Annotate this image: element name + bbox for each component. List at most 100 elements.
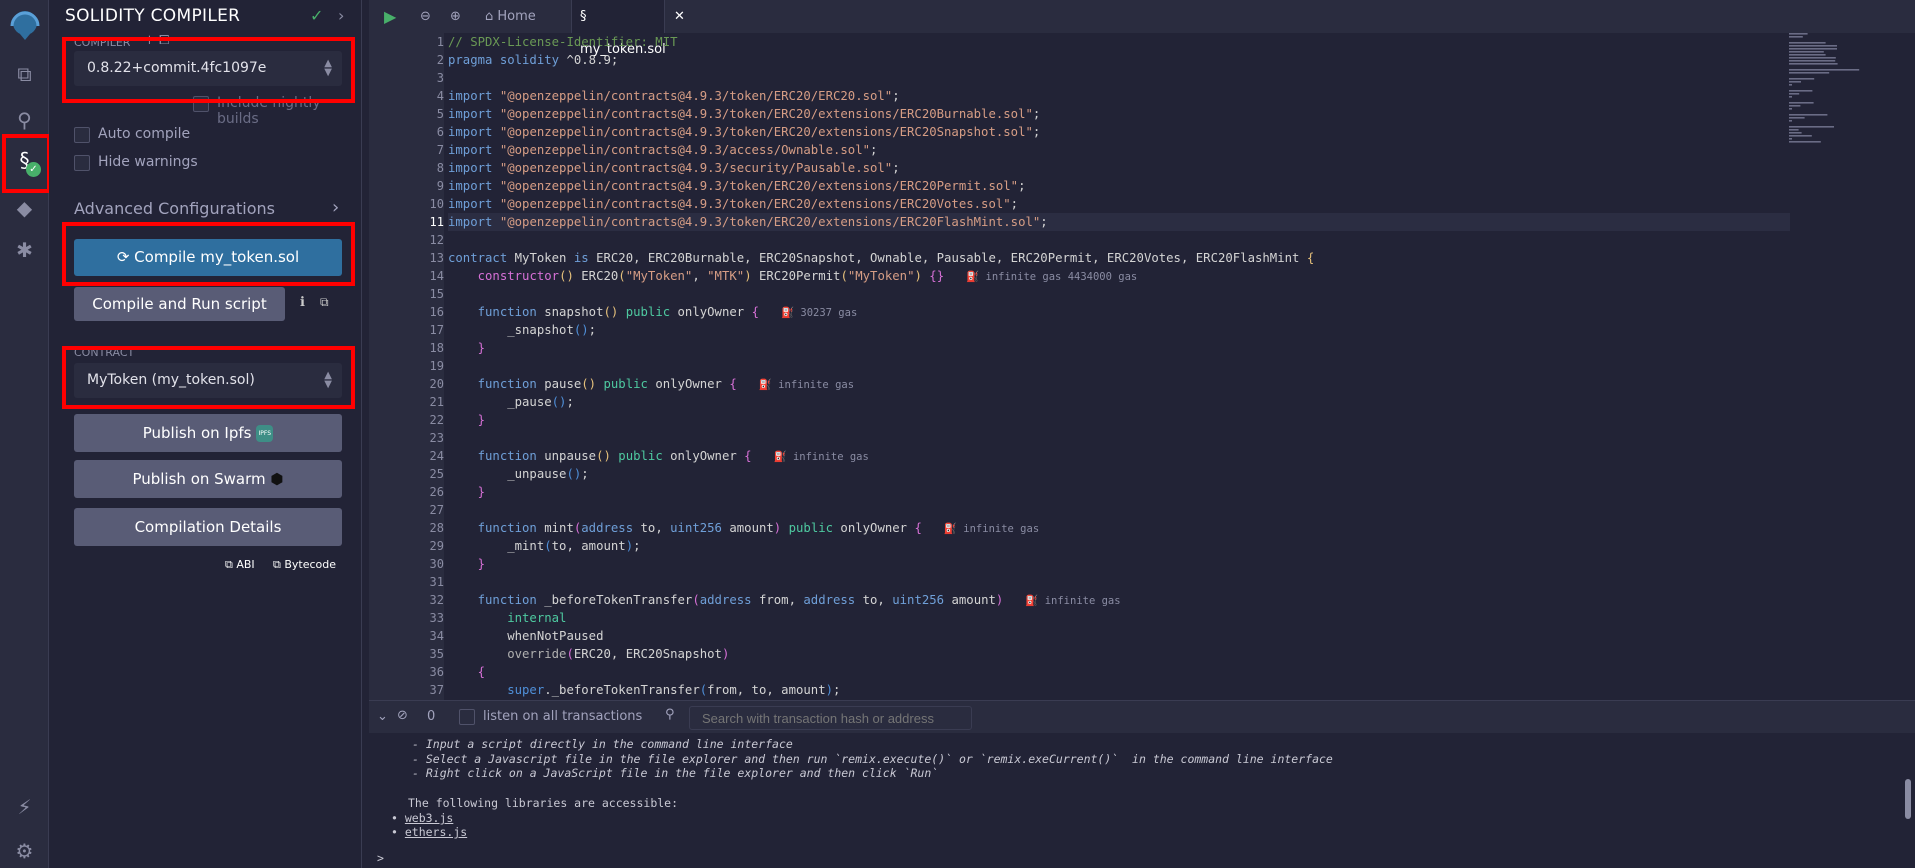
tab-home[interactable]: ⌂ Home xyxy=(485,0,536,33)
code-token: ; xyxy=(833,683,841,697)
gas-estimate: ⛽ infinite gas xyxy=(944,523,1039,535)
publish-ipfs-label: Publish on Ipfs xyxy=(142,424,252,442)
minimap[interactable] xyxy=(1785,33,1905,163)
code-line: _mint(to, amount); xyxy=(448,537,1790,555)
code-line: function unpause() public onlyOwner {⛽ i… xyxy=(448,447,1790,465)
info-icon[interactable]: ℹ xyxy=(300,295,305,310)
settings-icon[interactable]: ⚙ xyxy=(0,839,49,863)
code-token: "@openzeppelin/contracts@4.9.3/token/ERC… xyxy=(499,107,1033,121)
zoom-out-icon[interactable]: ⊖ xyxy=(420,0,431,33)
code-token: public xyxy=(618,449,663,463)
code-token: onlyOwner xyxy=(647,377,730,391)
code-token: import xyxy=(448,143,500,157)
search-icon[interactable]: ⚲ xyxy=(0,108,49,132)
terminal-scrollbar[interactable] xyxy=(1905,779,1911,819)
run-icon[interactable]: ▶ xyxy=(384,0,396,33)
code-token: _beforeTokenTransfer xyxy=(544,593,693,607)
code-token: () xyxy=(566,467,582,481)
code-line: override(ERC20, ERC20Snapshot) xyxy=(448,645,1790,663)
code-token: contract xyxy=(448,251,515,265)
code-token: ; xyxy=(581,467,589,481)
transaction-search-input[interactable] xyxy=(689,706,972,730)
code-token: "@openzeppelin/contracts@4.9.3/token/ERC… xyxy=(499,179,1019,193)
code-line: _unpause(); xyxy=(448,465,1790,483)
hide-warnings-checkbox[interactable] xyxy=(74,155,90,171)
copy-icon[interactable]: ⧉ xyxy=(320,295,329,310)
chevron-right-icon[interactable]: › xyxy=(332,197,339,218)
code-token: "@openzeppelin/contracts@4.9.3/token/ERC… xyxy=(499,89,893,103)
code-line: // SPDX-License-Identifier: MIT xyxy=(448,33,1790,51)
plugin-manager-icon[interactable]: ⚡ xyxy=(0,795,49,819)
close-tab-icon[interactable]: ✕ xyxy=(674,0,685,33)
code-token: "@openzeppelin/contracts@4.9.3/access/Ow… xyxy=(499,143,870,157)
minimap-line xyxy=(1789,117,1805,119)
code-token: ; xyxy=(588,323,597,337)
code-line: internal xyxy=(448,609,1790,627)
gas-estimate-text: infinite gas xyxy=(963,523,1040,535)
advanced-config-toggle[interactable]: Advanced Configurations xyxy=(74,199,275,218)
code-token: import xyxy=(448,179,500,193)
code-line: import "@openzeppelin/contracts@4.9.3/to… xyxy=(448,177,1790,195)
code-token: function xyxy=(448,377,545,391)
code-area[interactable]: // SPDX-License-Identifier: MIT pragma so… xyxy=(369,33,1915,700)
bytecode-copy-button[interactable]: ⧉ Bytecode xyxy=(273,558,336,572)
code-token: ( xyxy=(692,593,700,607)
code-token: "MTK" xyxy=(707,269,745,283)
compile-run-button[interactable]: Compile and Run script xyxy=(74,287,285,321)
gas-pump-icon: ⛽ xyxy=(943,523,964,535)
minimap-line xyxy=(1789,90,1813,92)
minimap-line xyxy=(1789,105,1801,107)
abi-copy-button[interactable]: ⧉ ABI xyxy=(225,558,255,572)
code-line: import "@openzeppelin/contracts@4.9.3/se… xyxy=(448,159,1790,177)
code-token: pragma solidity xyxy=(448,53,567,67)
minimap-line xyxy=(1789,60,1836,62)
highlight-box xyxy=(2,134,51,193)
minimap-line xyxy=(1789,33,1808,35)
code-token: ._beforeTokenTransfer xyxy=(544,683,700,697)
code-token: "MyToken" xyxy=(847,269,915,283)
pending-count: 0 xyxy=(427,709,436,724)
minimap-line xyxy=(1789,45,1837,47)
publish-ipfs-button[interactable]: Publish on Ipfs IPFS xyxy=(74,414,342,452)
swarm-icon: ⬢ xyxy=(270,470,284,488)
library-link[interactable]: • ethers.js xyxy=(391,825,467,839)
code-token: function xyxy=(448,449,545,463)
terminal-prompt[interactable]: > xyxy=(377,851,384,865)
code-line: pragma solidity ^0.8.9; xyxy=(448,51,1790,69)
compilation-details-button[interactable]: Compilation Details xyxy=(74,508,342,546)
ethers-link[interactable]: ethers.js xyxy=(405,825,467,839)
search-icon: ⚲ xyxy=(665,707,675,722)
collapse-icon[interactable]: ⌄ xyxy=(377,709,388,724)
remix-logo-icon[interactable] xyxy=(0,6,49,49)
file-explorer-icon[interactable]: ⧉ xyxy=(0,62,49,86)
publish-swarm-button[interactable]: Publish on Swarm ⬢ xyxy=(74,460,342,498)
debugger-icon[interactable]: ✱ xyxy=(0,238,49,262)
minimap-line xyxy=(1789,81,1801,83)
clear-icon[interactable]: ⊘ xyxy=(397,708,408,723)
code-token: address xyxy=(581,521,634,535)
code-token: override xyxy=(448,647,567,661)
library-link[interactable]: • web3.js xyxy=(391,811,453,825)
minimap-line xyxy=(1789,78,1815,80)
chevron-right-icon[interactable]: › xyxy=(338,6,344,25)
code-token: from, to, amount xyxy=(707,683,826,697)
terminal-line: - Select a Javascript file in the file e… xyxy=(412,752,1333,766)
ipfs-icon: IPFS xyxy=(256,425,274,442)
code-token: _snapshot xyxy=(448,323,574,337)
zoom-in-icon[interactable]: ⊕ xyxy=(450,0,461,33)
code-token: ) xyxy=(721,647,730,661)
code-token: onlyOwner xyxy=(662,449,745,463)
code-token: "@openzeppelin/contracts@4.9.3/token/ERC… xyxy=(499,197,1011,211)
listen-checkbox[interactable] xyxy=(459,709,475,725)
deploy-run-icon[interactable]: ◆ xyxy=(0,196,49,220)
web3-link[interactable]: web3.js xyxy=(405,811,453,825)
auto-compile-checkbox[interactable] xyxy=(74,127,90,143)
code-token: () xyxy=(573,323,589,337)
code-line: function pause() public onlyOwner {⛽ inf… xyxy=(448,375,1790,393)
code-token: ERC20 xyxy=(573,269,619,283)
tab-my-token[interactable]: § my_token.sol xyxy=(571,0,666,57)
listen-label: listen on all transactions xyxy=(483,709,643,724)
